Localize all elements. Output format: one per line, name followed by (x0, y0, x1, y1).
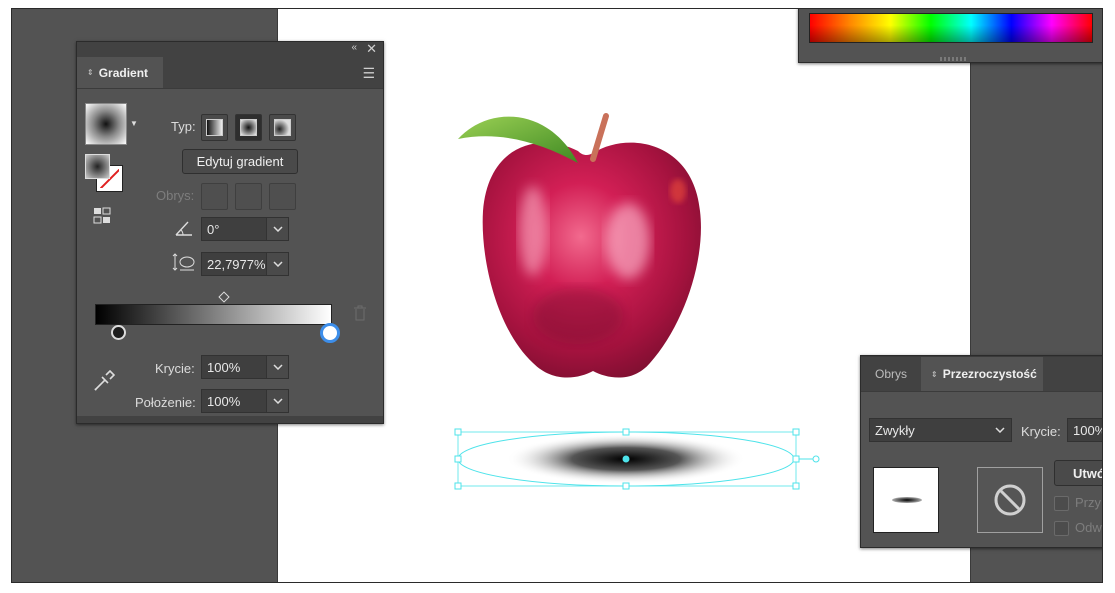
gradient-swatch[interactable] (85, 103, 127, 145)
color-spectrum-panel (798, 9, 1102, 63)
gradient-slider-bar[interactable] (95, 304, 332, 325)
opacity-dropdown[interactable]: 100% (201, 355, 289, 379)
gradient-stop-start[interactable] (111, 325, 126, 340)
chevron-down-icon (989, 427, 1011, 433)
clip-label: Przy (1075, 495, 1101, 510)
collapse-icon[interactable]: « (351, 42, 357, 53)
reverse-gradient-icon[interactable] (93, 206, 113, 226)
close-icon[interactable]: ✕ (366, 41, 377, 57)
stroke-gradient-within-icon[interactable] (201, 183, 228, 210)
chevron-down-icon (266, 356, 288, 378)
stroke-label: Obrys: (156, 188, 195, 203)
menu-icon[interactable]: ☰ (362, 65, 375, 82)
aspect-ratio-icon (172, 252, 196, 272)
radial-gradient-icon[interactable] (235, 114, 262, 141)
location-value: 100% (207, 393, 241, 409)
aspect-ratio-dropdown[interactable]: 22,7977% (201, 252, 289, 276)
color-spectrum[interactable] (809, 13, 1093, 43)
linear-gradient-icon[interactable] (201, 114, 228, 141)
transparency-panel: Obrys ⇕ Przezroczystość Zwykły Krycie: 10… (860, 355, 1103, 548)
chevron-down-icon (266, 253, 288, 275)
transparency-opacity-label: Krycie: (1021, 424, 1061, 439)
no-mask-icon[interactable] (977, 467, 1043, 533)
freeform-gradient-icon[interactable] (269, 114, 296, 141)
panel-titlebar[interactable]: « ✕ (77, 41, 383, 57)
tab-transparency-label: Przezroczystość (942, 367, 1037, 381)
chevron-down-icon (266, 390, 288, 412)
tab-gradient-label: Gradient (98, 65, 149, 80)
fill-swatch[interactable] (85, 154, 110, 179)
stroke-gradient-across-icon[interactable] (269, 183, 296, 210)
angle-dropdown[interactable]: 0° (201, 217, 289, 241)
shadow-ellipse-selection[interactable] (453, 427, 833, 493)
chevron-down-icon (266, 218, 288, 240)
object-thumbnail[interactable] (873, 467, 939, 533)
location-dropdown[interactable]: 100% (201, 389, 289, 413)
workspace: « ✕ ⇕ Gradient ☰ ▼ Typ: Edytuj gradient O… (11, 8, 1103, 583)
type-label: Typ: (171, 119, 196, 134)
tab-gradient[interactable]: ⇕ Gradient (77, 57, 163, 88)
panel-grip[interactable] (940, 57, 966, 61)
tab-transparency[interactable]: ⇕ Przezroczystość (921, 357, 1043, 391)
stroke-gradient-along-icon[interactable] (235, 183, 262, 210)
gradient-panel: « ✕ ⇕ Gradient ☰ ▼ Typ: Edytuj gradient O… (76, 41, 384, 424)
tab-stroke-label: Obrys (874, 367, 907, 381)
opacity-label: Krycie: (155, 361, 195, 376)
angle-icon (174, 218, 194, 238)
opacity-value: 100% (207, 359, 241, 375)
blend-mode-dropdown[interactable]: Zwykły (869, 418, 1012, 442)
location-label: Położenie: (135, 395, 196, 410)
gradient-stop-end[interactable] (320, 323, 340, 343)
edit-gradient-button[interactable]: Edytuj gradient (182, 149, 298, 174)
angle-value: 0° (207, 221, 220, 237)
blend-mode-value: Zwykły (875, 422, 915, 438)
transparency-opacity-dropdown[interactable]: 100% (1067, 418, 1103, 442)
apple-artwork[interactable] (428, 101, 748, 401)
transparency-opacity-value: 100% (1073, 422, 1103, 438)
clip-checkbox[interactable] (1054, 496, 1069, 511)
gradient-midpoint-diamond[interactable] (218, 291, 230, 303)
aspect-ratio-value: 22,7977% (207, 256, 266, 272)
trash-icon[interactable] (353, 305, 367, 321)
chevron-down-icon[interactable]: ▼ (130, 119, 138, 128)
eyedropper-icon[interactable] (93, 369, 116, 392)
tab-stroke[interactable]: Obrys (861, 357, 921, 391)
invert-mask-checkbox[interactable] (1054, 521, 1069, 536)
make-mask-button[interactable]: Utwó (1054, 460, 1102, 486)
invert-mask-label: Odw (1075, 520, 1102, 535)
